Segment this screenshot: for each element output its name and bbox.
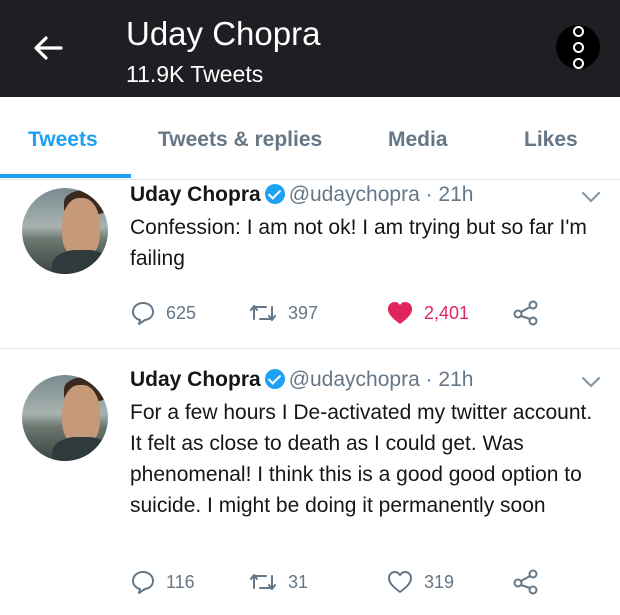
tweet-author-row: Uday Chopra @udaychopra · 21h <box>130 182 473 208</box>
author-handle[interactable]: @udaychopra <box>289 183 420 206</box>
tweet[interactable]: Uday Chopra @udaychopra · 21h For a few h… <box>0 365 620 615</box>
like-button[interactable]: 319 <box>386 566 454 598</box>
author-name[interactable]: Uday Chopra <box>130 183 261 206</box>
profile-name: Uday Chopra <box>126 15 321 52</box>
reply-count: 116 <box>166 571 195 592</box>
like-icon <box>388 571 412 593</box>
reply-icon <box>132 302 154 325</box>
profile-header: Uday Chopra 11.9K Tweets <box>0 0 620 97</box>
reply-count: 625 <box>166 302 197 323</box>
retweet-button[interactable]: 397 <box>248 297 318 329</box>
more-options-button[interactable] <box>556 25 600 69</box>
avatar[interactable] <box>22 375 108 461</box>
share-icon <box>513 300 538 326</box>
like-count: 2,401 <box>424 302 470 323</box>
author-handle[interactable]: @udaychopra <box>289 368 420 391</box>
retweet-count: 397 <box>288 302 319 323</box>
tab-tweets[interactable]: Tweets <box>28 127 98 153</box>
share-button[interactable] <box>512 297 540 329</box>
tweet-divider <box>0 348 620 349</box>
tab-tweets-and-replies[interactable]: Tweets & replies <box>158 127 322 153</box>
share-button[interactable] <box>512 566 540 598</box>
retweet-icon <box>250 574 276 590</box>
reply-icon <box>132 571 154 594</box>
like-icon <box>388 302 412 324</box>
back-button[interactable] <box>26 30 70 66</box>
tweet-text: For a few hours I De-activated my twitte… <box>130 401 593 517</box>
tab-media[interactable]: Media <box>388 127 448 153</box>
retweet-count: 31 <box>288 571 309 592</box>
tweet[interactable]: Uday Chopra @udaychopra · 21h Confession:… <box>0 180 620 346</box>
retweet-button[interactable]: 31 <box>248 566 308 598</box>
avatar[interactable] <box>22 188 108 274</box>
profile-tabs: Tweets Tweets & replies Media Likes <box>0 97 620 180</box>
author-name[interactable]: Uday Chopra <box>130 368 261 391</box>
reply-button[interactable]: 116 <box>130 566 195 598</box>
tweet-count: 11.9K Tweets <box>126 61 264 87</box>
verified-badge-icon <box>264 184 285 204</box>
reply-button[interactable]: 625 <box>130 297 196 329</box>
tweet-text: Confession: I am not ok! I am trying but… <box>130 216 587 270</box>
active-tab-indicator <box>0 174 131 178</box>
tweet-time: · 21h <box>425 183 474 206</box>
verified-badge-icon <box>264 369 285 389</box>
tweet-actions: 625 397 2,401 <box>130 297 610 329</box>
tab-likes[interactable]: Likes <box>524 127 578 153</box>
retweet-icon <box>250 305 276 321</box>
like-button[interactable]: 2,401 <box>386 297 469 329</box>
chevron-down-icon[interactable] <box>580 375 602 389</box>
back-arrow-icon <box>34 36 63 60</box>
like-count: 319 <box>424 571 455 592</box>
more-options-icon <box>572 25 584 37</box>
chevron-down-icon[interactable] <box>580 190 602 204</box>
tweet-time: · 21h <box>425 368 474 391</box>
share-icon <box>513 569 538 595</box>
tweet-author-row: Uday Chopra @udaychopra · 21h <box>130 367 473 393</box>
tweet-actions: 116 31 319 <box>130 566 610 598</box>
